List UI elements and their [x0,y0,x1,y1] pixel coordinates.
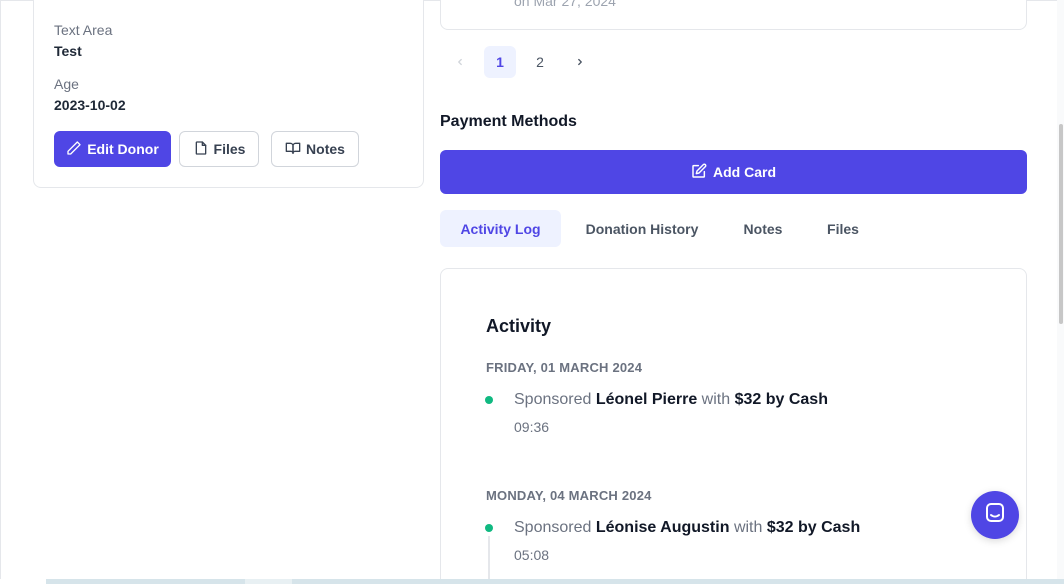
chevron-right-icon [575,54,585,70]
activity-verb: Sponsored [514,519,592,536]
chevron-left-icon [455,54,465,70]
add-card-button[interactable]: Add Card [440,150,1027,194]
timeline-dot [485,396,493,404]
chat-bubble-icon [983,501,1007,530]
book-open-icon [285,140,301,159]
notes-button[interactable]: Notes [271,131,359,167]
pagination-prev[interactable] [444,46,476,78]
activity-with: with [701,391,731,408]
edit-donor-label: Edit Donor [87,141,159,157]
chat-launcher-button[interactable] [971,491,1019,539]
add-card-label: Add Card [713,164,776,180]
field-value-text-area: Test [54,43,82,59]
field-label-age: Age [54,76,79,92]
activity-date: MONDAY, 04 MARCH 2024 [486,488,652,503]
files-label: Files [213,141,246,157]
pencil-icon [66,140,82,159]
activity-title: Activity [486,316,552,336]
files-button[interactable]: Files [179,131,259,167]
payment-methods-title: Payment Methods [440,113,577,130]
activity-amount: $32 by Cash [766,519,861,536]
timeline-dot [485,524,493,532]
truncated-text: on Mar 27, 2024 [514,0,616,9]
tab-notes[interactable]: Notes [727,210,799,247]
taskbar-segment [0,579,46,584]
previous-item-card: on Mar 27, 2024 [440,0,1027,30]
activity-with: with [733,519,763,536]
activity-entry: Sponsored Léonel Pierre with $32 by Cash [514,391,828,409]
activity-verb: Sponsored [514,391,592,408]
activity-time: 09:36 [514,419,550,435]
pagination-next[interactable] [564,46,596,78]
activity-donor-name: Léonise Augustin [595,519,730,536]
tab-activity-log[interactable]: Activity Log [440,210,561,247]
field-label-text-area: Text Area [54,22,113,38]
activity-entry: Sponsored Léonise Augustin with $32 by C… [514,519,860,537]
scrollbar-thumb[interactable] [1059,124,1063,324]
edit-donor-button[interactable]: Edit Donor [54,131,171,167]
taskbar-segment [245,579,292,584]
edit-square-icon [691,163,707,182]
activity-date: FRIDAY, 01 MARCH 2024 [486,360,643,375]
activity-donor-name: Léonel Pierre [595,391,698,408]
taskbar-strip [0,579,1064,584]
field-value-age: 2023-10-02 [54,97,126,113]
timeline-line [488,536,490,580]
pagination-page-1[interactable]: 1 [484,46,516,78]
pagination-page-2[interactable]: 2 [524,46,556,78]
activity-amount: $32 by Cash [734,391,828,408]
activity-time: 05:08 [514,547,550,563]
file-icon [193,140,209,159]
tab-donation-history[interactable]: Donation History [571,210,713,247]
notes-label: Notes [306,141,345,157]
tab-files[interactable]: Files [811,210,875,247]
